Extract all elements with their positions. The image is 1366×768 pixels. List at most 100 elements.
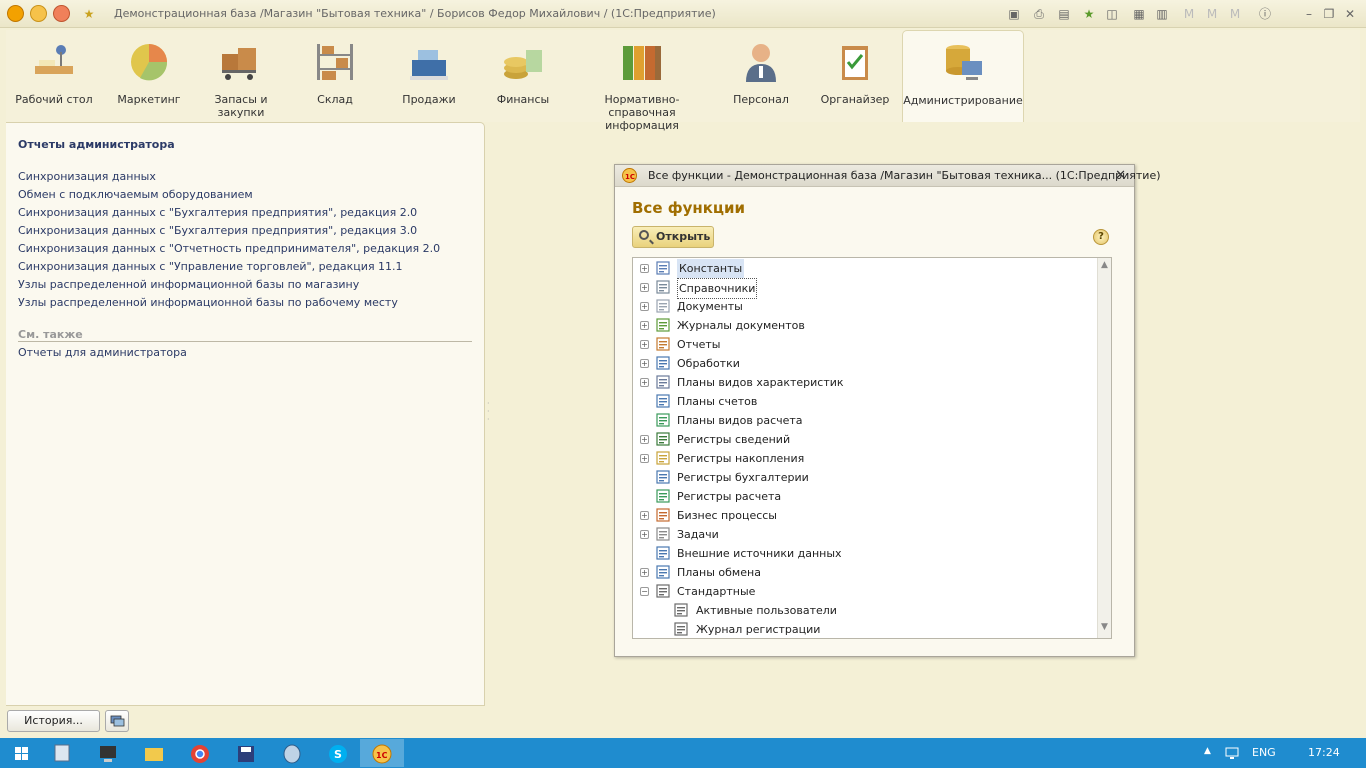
add-favorite-icon[interactable]: ★ xyxy=(1080,5,1098,23)
link-sync-op20[interactable]: Синхронизация данных с "Отчетность предп… xyxy=(18,242,440,255)
expand-icon[interactable]: + xyxy=(640,302,649,311)
tree-label: Регистры сведений xyxy=(677,433,791,446)
tree-row[interactable]: − Стандартные xyxy=(640,582,1100,601)
close-icon[interactable]: ✕ xyxy=(1115,168,1126,183)
history-icon[interactable]: ◫ xyxy=(1103,5,1121,23)
section-finance[interactable]: Финансы xyxy=(480,30,566,122)
calendar-icon[interactable]: ▥ xyxy=(1153,5,1171,23)
save-icon[interactable]: ▣ xyxy=(1005,5,1023,23)
expand-icon[interactable]: + xyxy=(640,435,649,444)
minimize-icon[interactable]: – xyxy=(1300,5,1318,23)
link-nodes-workplace[interactable]: Узлы распределенной информационной базы … xyxy=(18,296,398,309)
expand-icon[interactable]: + xyxy=(640,530,649,539)
expand-icon[interactable]: + xyxy=(640,568,649,577)
postgresql-icon[interactable] xyxy=(270,739,314,767)
link-data-sync[interactable]: Синхронизация данных xyxy=(18,170,156,183)
expand-icon[interactable]: + xyxy=(640,264,649,273)
tree-row[interactable]: + Документы xyxy=(640,297,1100,316)
memory-icon[interactable]: M xyxy=(1180,5,1198,23)
collapse-icon[interactable]: − xyxy=(640,587,649,596)
tree-row[interactable]: + Регистры накопления xyxy=(640,449,1100,468)
file-explorer-icon[interactable] xyxy=(132,739,176,767)
floppy-save-icon[interactable] xyxy=(224,739,268,767)
functions-tree[interactable]: + Константы + Справочники + Документы + Журналы… xyxy=(632,257,1112,639)
1c-logo-icon[interactable] xyxy=(7,5,24,22)
dialog-title-bar[interactable]: 1С Все функции - Демонстрационная база /… xyxy=(615,165,1161,187)
help-icon[interactable]: ? xyxy=(1093,229,1109,245)
chrome-icon[interactable] xyxy=(178,739,222,767)
expand-icon[interactable]: + xyxy=(640,321,649,330)
tree-label: Регистры бухгалтерии xyxy=(677,471,809,484)
panel-resize-grip[interactable]: · · · xyxy=(487,400,490,424)
preview-icon[interactable]: ▤ xyxy=(1055,5,1073,23)
language-indicator[interactable]: ENG xyxy=(1252,746,1276,759)
accounting-registers-icon xyxy=(656,470,670,484)
section-sales[interactable]: Продажи xyxy=(386,30,472,122)
link-admin-reports[interactable]: Отчеты для администратора xyxy=(18,346,187,359)
1c-enterprise-icon[interactable]: 1С xyxy=(360,739,404,767)
section-reference-info[interactable]: Нормативно-справочная информация xyxy=(574,30,710,132)
tree-row[interactable]: Планы видов расчета xyxy=(640,411,1100,430)
history-button[interactable]: История... xyxy=(7,710,100,732)
link-nodes-store[interactable]: Узлы распределенной информационной базы … xyxy=(18,278,359,291)
tree-row[interactable]: Регистры расчета xyxy=(640,487,1100,506)
tree-row[interactable]: Регистры бухгалтерии xyxy=(640,468,1100,487)
section-marketing[interactable]: Маркетинг xyxy=(106,30,192,122)
link-sync-ut111[interactable]: Синхронизация данных с "Управление торго… xyxy=(18,260,403,273)
link-sync-bp20[interactable]: Синхронизация данных с "Бухгалтерия пред… xyxy=(18,206,417,219)
windows-list-button[interactable] xyxy=(105,710,129,732)
tree-row[interactable]: + Регистры сведений xyxy=(640,430,1100,449)
tree-row[interactable]: + Отчеты xyxy=(640,335,1100,354)
tree-row[interactable]: Планы счетов xyxy=(640,392,1100,411)
show-hidden-icons-icon[interactable]: ▲ xyxy=(1204,746,1211,756)
print-icon[interactable]: ⎙ xyxy=(1030,5,1048,23)
section-administration[interactable]: Администрирование xyxy=(902,30,1024,122)
all-functions-dialog: 1С Все функции - Демонстрационная база /… xyxy=(614,164,1161,657)
tree-row[interactable]: + Константы xyxy=(640,259,1100,278)
calculator-icon[interactable]: ▦ xyxy=(1130,5,1148,23)
expand-icon[interactable]: + xyxy=(640,378,649,387)
maximize-icon[interactable]: ❐ xyxy=(1320,5,1338,23)
skype-icon[interactable]: S xyxy=(316,739,360,767)
tree-row[interactable]: + Журналы документов xyxy=(640,316,1100,335)
expand-icon[interactable]: + xyxy=(640,340,649,349)
section-desktop[interactable]: Рабочий стол xyxy=(10,30,98,122)
start-windows-icon[interactable] xyxy=(6,739,36,767)
link-sync-bp30[interactable]: Синхронизация данных с "Бухгалтерия пред… xyxy=(18,224,417,237)
tree-row[interactable]: Внешние источники данных xyxy=(640,544,1100,563)
scroll-down-icon[interactable]: ▼ xyxy=(1098,622,1111,636)
expand-icon[interactable]: + xyxy=(640,283,649,292)
expand-icon[interactable]: + xyxy=(640,359,649,368)
computer-icon[interactable] xyxy=(86,739,130,767)
tree-row[interactable]: Активные пользователи xyxy=(674,601,1111,620)
memory-plus-icon[interactable]: M xyxy=(1203,5,1221,23)
svg-text:1С: 1С xyxy=(625,173,635,181)
tree-label: Журналы документов xyxy=(677,319,805,332)
tree-row[interactable]: Журнал регистрации xyxy=(674,620,1111,638)
section-personnel[interactable]: Персонал xyxy=(718,30,804,122)
link-equipment-exchange[interactable]: Обмен с подключаемым оборудованием xyxy=(18,188,253,201)
clock[interactable]: 17:24 xyxy=(1308,746,1340,759)
scroll-up-icon[interactable]: ▲ xyxy=(1098,260,1111,274)
stop-icon[interactable] xyxy=(53,5,70,22)
vertical-scrollbar[interactable]: ▲ ▼ xyxy=(1097,258,1111,638)
open-button[interactable]: Открыть xyxy=(632,226,714,248)
network-icon[interactable] xyxy=(1224,745,1240,761)
tree-row[interactable]: + Обработки xyxy=(640,354,1100,373)
close-icon[interactable]: ✕ xyxy=(1341,5,1359,23)
section-organizer[interactable]: Органайзер xyxy=(812,30,898,122)
tree-row[interactable]: + Планы обмена xyxy=(640,563,1100,582)
section-warehouse[interactable]: Склад xyxy=(292,30,378,122)
tree-row[interactable]: + Планы видов характеристик xyxy=(640,373,1100,392)
expand-icon[interactable]: + xyxy=(640,454,649,463)
memory-minus-icon[interactable]: M xyxy=(1226,5,1244,23)
info-icon[interactable]: ⓘ xyxy=(1256,5,1274,23)
favorites-star-icon[interactable]: ★ xyxy=(80,5,98,23)
tree-row[interactable]: + Бизнес процессы xyxy=(640,506,1100,525)
tree-row[interactable]: + Справочники xyxy=(640,278,1100,299)
expand-icon[interactable]: + xyxy=(640,511,649,520)
server-manager-icon[interactable] xyxy=(40,739,84,767)
menu-dropdown-icon[interactable] xyxy=(30,5,47,22)
section-inventory[interactable]: Запасы и закупки xyxy=(198,30,284,122)
tree-row[interactable]: + Задачи xyxy=(640,525,1100,544)
